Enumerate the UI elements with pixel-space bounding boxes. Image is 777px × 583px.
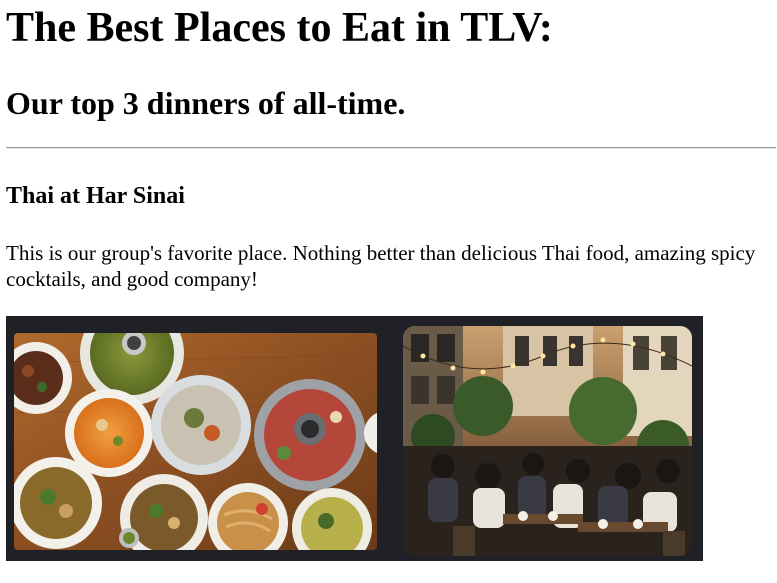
restaurant-name: Thai at Har Sinai <box>6 183 185 209</box>
page-subtitle: Our top 3 dinners of all-time. <box>6 85 406 121</box>
page-title: The Best Places to Eat in TLV: <box>6 5 553 51</box>
restaurant-courtyard-photo <box>403 326 692 556</box>
page: The Best Places to Eat in TLV: Our top 3… <box>0 0 777 583</box>
restaurant-photo-strip <box>6 316 703 561</box>
section-divider <box>6 147 776 149</box>
thai-food-spread-photo <box>14 333 377 550</box>
restaurant-description: This is our group's favorite place. Noth… <box>6 241 756 291</box>
